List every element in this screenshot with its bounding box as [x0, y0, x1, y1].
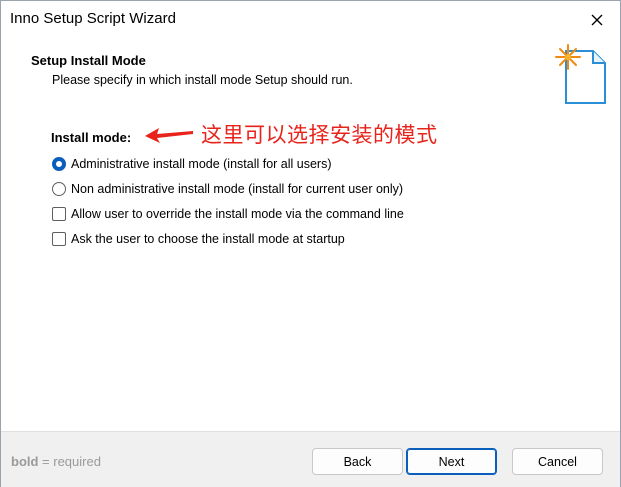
option-ask-at-startup[interactable]: Ask the user to choose the install mode … [52, 229, 345, 249]
hint-rest: = required [38, 454, 101, 469]
annotation-arrow-icon [145, 128, 193, 143]
option-label: Non administrative install mode (install… [71, 182, 404, 196]
wizard-window: Inno Setup Script Wizard Setup Install M… [0, 0, 621, 487]
option-non-admin-install[interactable]: Non administrative install mode (install… [52, 179, 403, 199]
option-label: Ask the user to choose the install mode … [71, 232, 345, 246]
title-bar: Inno Setup Script Wizard [1, 1, 620, 38]
annotation-text: 这里可以选择安装的模式 [201, 123, 438, 147]
wizard-header: Setup Install Mode Please specify in whi… [1, 38, 620, 109]
next-button[interactable]: Next [406, 448, 497, 475]
wizard-footer: bold = required Back Next Cancel [1, 431, 620, 487]
hint-bold: bold [11, 454, 39, 469]
wizard-document-sparkle-icon [555, 44, 606, 104]
window-title: Inno Setup Script Wizard [10, 10, 176, 27]
option-admin-install[interactable]: Administrative install mode (install for… [52, 154, 332, 174]
back-button[interactable]: Back [312, 448, 403, 475]
radio-admin-install[interactable] [52, 157, 66, 171]
page-description: Please specify in which install mode Set… [52, 73, 353, 87]
option-allow-override[interactable]: Allow user to override the install mode … [52, 204, 404, 224]
close-button[interactable] [574, 1, 620, 38]
required-hint: bold = required [11, 454, 101, 469]
checkbox-ask-at-startup[interactable] [52, 232, 66, 246]
wizard-content: Install mode: 这里可以选择安装的模式 Administrative… [1, 109, 620, 431]
option-label: Allow user to override the install mode … [71, 207, 404, 221]
option-label: Administrative install mode (install for… [71, 157, 332, 171]
radio-non-admin-install[interactable] [52, 182, 66, 196]
install-mode-label: Install mode: [51, 130, 132, 145]
checkbox-allow-override[interactable] [52, 207, 66, 221]
cancel-button[interactable]: Cancel [512, 448, 603, 475]
close-icon [591, 14, 603, 25]
page-heading: Setup Install Mode [31, 53, 146, 68]
